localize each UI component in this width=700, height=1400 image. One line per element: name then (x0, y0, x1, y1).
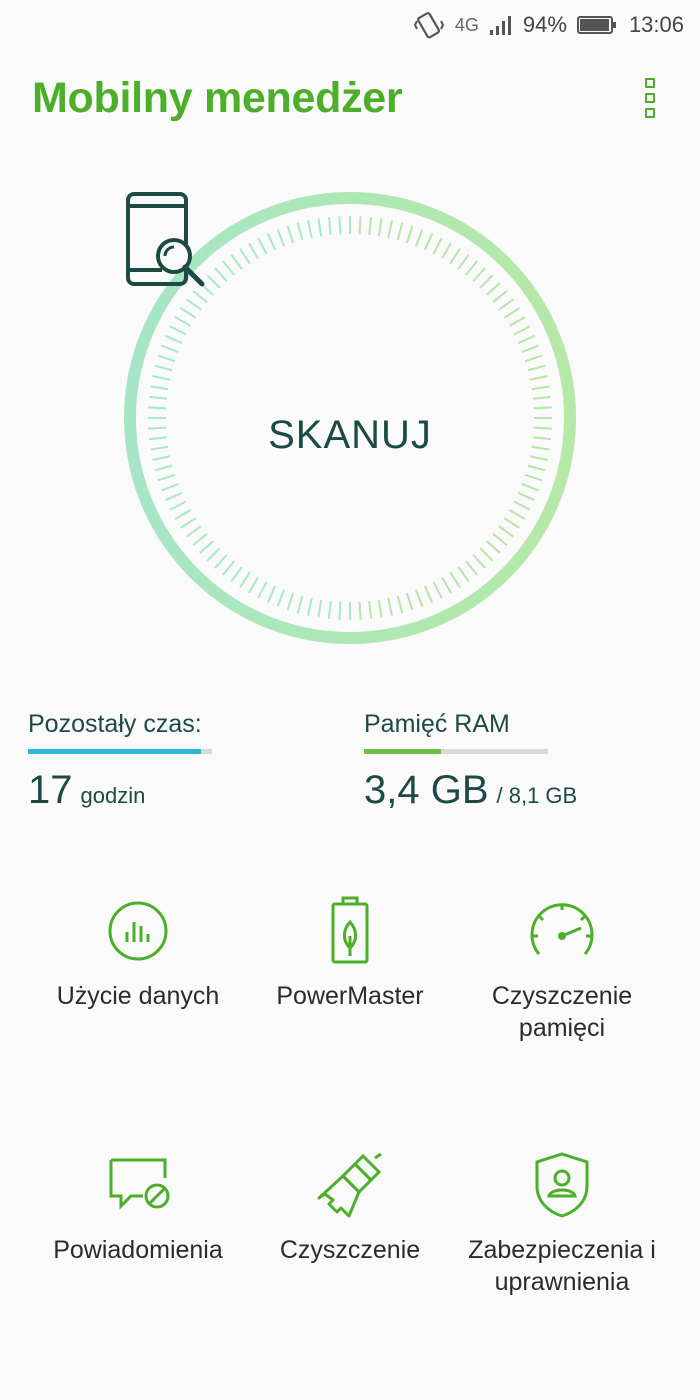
shield-user-icon (535, 1152, 589, 1218)
tile-label: Użycie danych (56, 982, 220, 1010)
tile-security[interactable]: Zabezpieczenia i uprawnienia (452, 1150, 672, 1298)
ram-progress-fill (364, 749, 442, 754)
ram-value: 3,4 GB / 8,1 GB (364, 768, 577, 813)
ram-used: 3,4 GB (364, 768, 489, 812)
ram-stat: Pamięć RAM 3,4 GB / 8,1 GB (364, 710, 577, 813)
tile-memory-cleanup[interactable]: Czyszczenie pamięci (452, 896, 672, 1044)
tile-label: Zabezpieczenia i uprawnienia (468, 1236, 656, 1296)
tile-label: Powiadomienia (53, 1236, 223, 1264)
battery-fill (579, 19, 609, 31)
scan-dial[interactable]: SKANUJ (122, 190, 578, 646)
tile-cleanup[interactable]: Czyszczenie (240, 1150, 460, 1266)
speedometer-icon (530, 903, 594, 955)
tile-data-usage[interactable]: Użycie danych (28, 896, 248, 1012)
vibrate-icon (413, 10, 445, 40)
scan-label: SKANUJ (268, 412, 432, 457)
clock: 13:06 (628, 12, 684, 37)
network-type: 4G (454, 14, 479, 35)
battery-hours: 17 (28, 768, 73, 812)
tile-label: PowerMaster (276, 982, 424, 1010)
battery-progress-bar (28, 749, 212, 754)
ram-progress-bar (364, 749, 548, 754)
ram-label: Pamięć RAM (364, 710, 510, 738)
ram-total: / 8,1 GB (496, 783, 578, 808)
phone-search-icon (126, 192, 205, 287)
battery-time-stat: Pozostały czas: 17 godzin (28, 710, 214, 813)
battery-time-label: Pozostały czas: (28, 710, 202, 738)
data-usage-icon (108, 901, 168, 961)
brush-icon (317, 1152, 382, 1218)
battery-hours-unit: godzin (80, 783, 146, 808)
status-bar: 4G 94% 13:06 (0, 0, 700, 50)
signal-icon (489, 14, 513, 36)
notification-block-icon (109, 1158, 170, 1210)
tile-label: Czyszczenie pamięci (491, 982, 633, 1042)
overflow-menu-icon[interactable] (636, 78, 664, 118)
battery-percent: 94% (522, 12, 567, 37)
tile-label: Czyszczenie (279, 1236, 421, 1264)
tile-powermaster[interactable]: PowerMaster (240, 896, 460, 1012)
app-title: Mobilny menedżer (32, 74, 403, 122)
battery-progress-fill (28, 749, 201, 754)
tile-notifications[interactable]: Powiadomienia (28, 1150, 248, 1266)
power-master-icon (331, 896, 369, 964)
battery-time-value: 17 godzin (28, 768, 214, 813)
scan-button[interactable]: SKANUJ (122, 190, 578, 646)
battery-icon (576, 16, 616, 34)
